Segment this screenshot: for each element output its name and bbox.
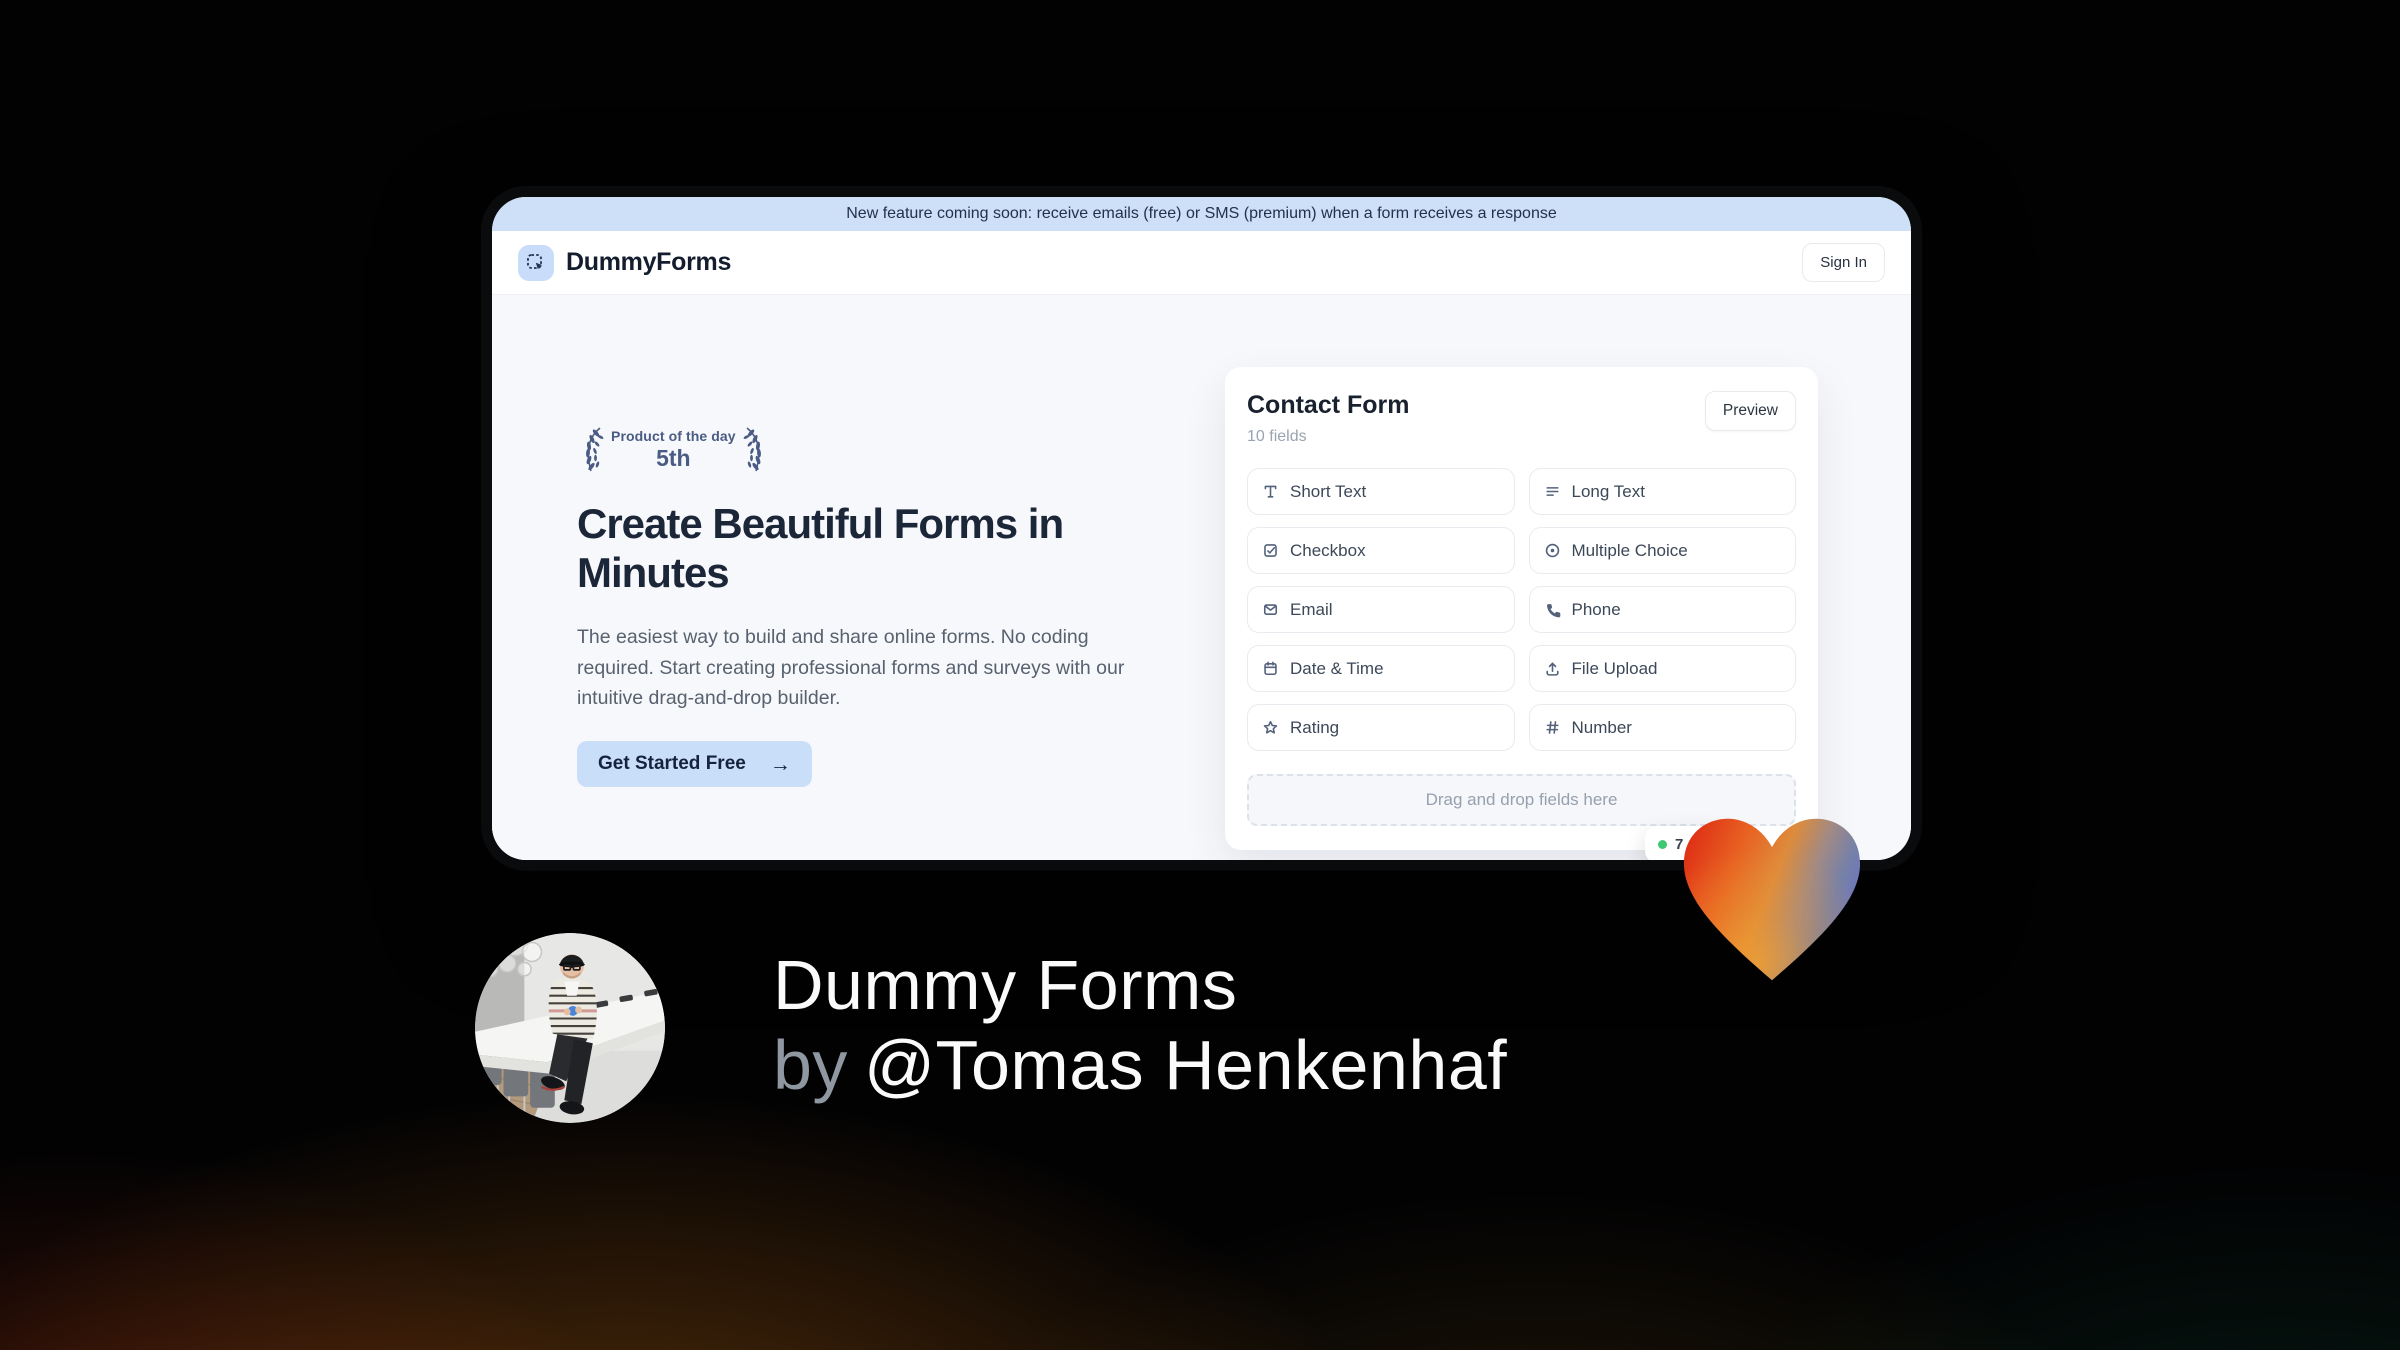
radio-icon [1545, 543, 1559, 558]
page-body: Product of the day 5th Create Beautiful … [492, 295, 1911, 860]
upload-icon [1545, 662, 1559, 676]
field-label: Short Text [1290, 481, 1367, 501]
hero-title: Create Beautiful Forms in Minutes [577, 500, 1064, 596]
checkbox-icon [1264, 544, 1277, 557]
caption-author-line: by @Tomas Henkenhaf [773, 1025, 1507, 1105]
field-label: Date & Time [1290, 658, 1384, 678]
brand-logo-icon [518, 244, 554, 281]
brand[interactable]: DummyForms [518, 244, 732, 281]
browser-window: New feature coming soon: receive emails … [482, 187, 1921, 870]
field-tile-multiple-choice[interactable]: Multiple Choice [1528, 527, 1796, 574]
long-text-icon [1545, 487, 1559, 496]
phone-icon [1546, 604, 1560, 618]
get-started-button[interactable]: Get Started Free → [577, 741, 812, 788]
field-tile-long-text[interactable]: Long Text [1528, 468, 1796, 515]
field-tile-file-upload[interactable]: File Upload [1528, 645, 1796, 692]
caption-product: Dummy Forms [773, 946, 1238, 1024]
sign-in-button[interactable]: Sign In [1802, 243, 1885, 282]
webpage: New feature coming soon: receive emails … [492, 197, 1911, 860]
form-builder-card: Contact Form 10 fields Preview Short Tex… [1225, 367, 1818, 860]
promo-canvas: { "banner": { "text": "New feature comin… [0, 0, 2400, 1350]
field-label: Rating [1290, 717, 1340, 737]
arrow-right-icon: → [769, 752, 791, 776]
award-rank: 5th [656, 445, 691, 471]
form-builder-header: Contact Form 10 fields Preview [1247, 391, 1796, 446]
field-tile-rating[interactable]: Rating [1247, 704, 1515, 751]
award-line1: Product of the day [611, 428, 736, 444]
green-dot-icon [1658, 840, 1667, 849]
hash-icon [1545, 721, 1559, 734]
calendar-icon [1264, 661, 1277, 676]
mail-icon [1263, 604, 1278, 615]
laurel-right-icon [743, 427, 761, 472]
field-tile-phone[interactable]: Phone [1528, 586, 1796, 633]
form-title: Contact Form [1247, 391, 1410, 419]
caption-byword: by [773, 1026, 848, 1104]
field-tile-checkbox[interactable]: Checkbox [1247, 527, 1515, 574]
field-label: Email [1290, 599, 1333, 619]
field-label: File Upload [1571, 658, 1658, 678]
field-tile-short-text[interactable]: Short Text [1247, 468, 1515, 515]
announcement-text: New feature coming soon: receive emails … [846, 205, 1557, 222]
caption: Dummy Forms by @Tomas Henkenhaf [773, 945, 1507, 1105]
get-started-label: Get Started Free [598, 753, 746, 775]
preview-button[interactable]: Preview [1704, 391, 1796, 431]
caption-author: @Tomas Henkenhaf [863, 1026, 1508, 1104]
field-tile-number[interactable]: Number [1528, 704, 1796, 751]
hero-description: The easiest way to build and share onlin… [577, 626, 1125, 709]
award-text: Product of the day 5th [611, 428, 736, 472]
avatar [475, 933, 665, 1123]
form-field-count: 10 fields [1247, 428, 1307, 445]
field-tile-date-time[interactable]: Date & Time [1247, 645, 1515, 692]
short-text-icon [1264, 485, 1277, 498]
field-label: Number [1571, 717, 1632, 737]
brand-name: DummyForms [566, 248, 732, 276]
field-label: Phone [1571, 599, 1621, 619]
hero-section: Product of the day 5th Create Beautiful … [577, 425, 1187, 788]
laurel-left-icon [586, 427, 604, 472]
field-label: Multiple Choice [1571, 540, 1688, 560]
gradient-heart-icon [1683, 818, 1861, 981]
field-type-grid: Short Text Long Text Checkbox Multiple C… [1247, 468, 1796, 751]
site-header: DummyForms Sign In [492, 231, 1911, 295]
field-tile-email[interactable]: Email [1247, 586, 1515, 633]
drag-drop-text: Drag and drop fields here [1425, 790, 1618, 809]
product-of-the-day-badge: Product of the day 5th [577, 425, 770, 475]
field-label: Long Text [1571, 481, 1645, 501]
field-label: Checkbox [1290, 540, 1366, 560]
star-icon [1263, 720, 1278, 734]
announcement-banner: New feature coming soon: receive emails … [492, 197, 1911, 231]
